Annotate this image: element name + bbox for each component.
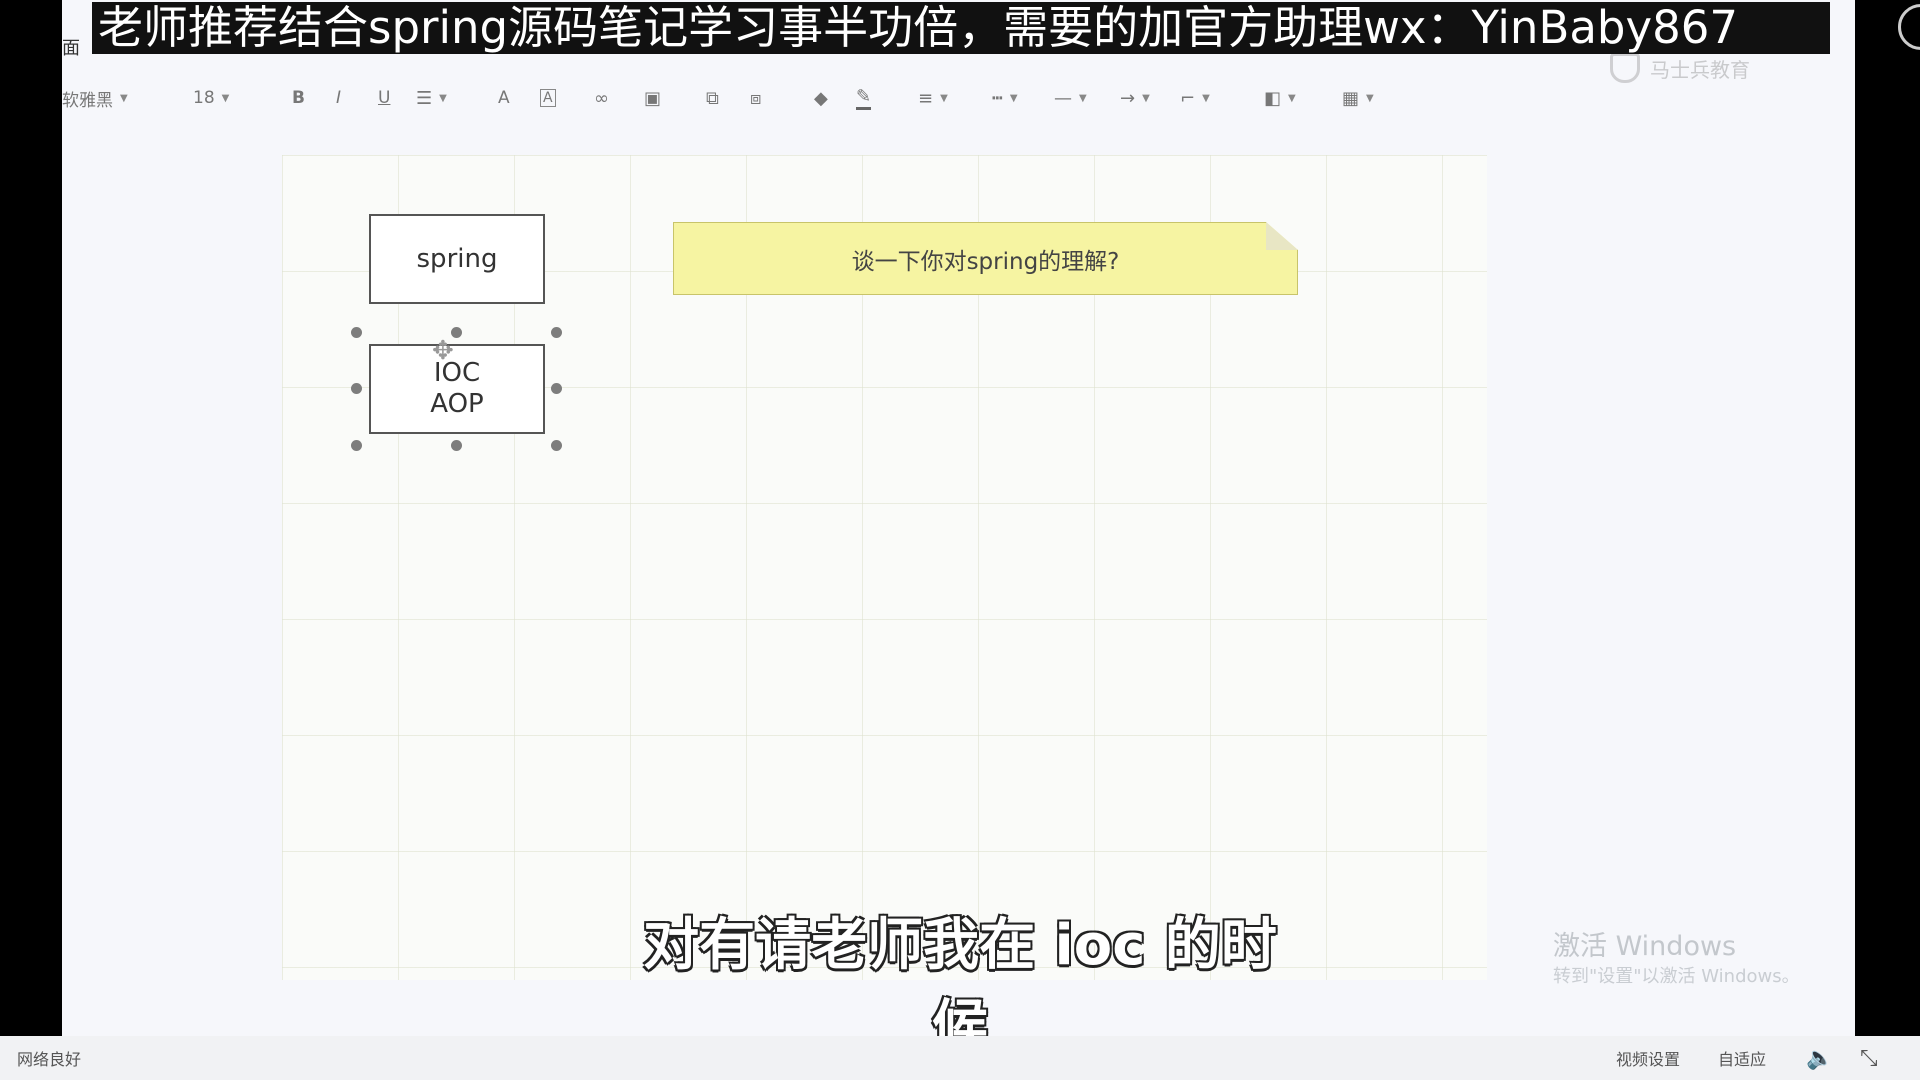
ungroup-icon: ⧈: [750, 87, 762, 109]
link-icon: ∞: [594, 87, 609, 109]
line-weight-icon: ≡: [918, 87, 934, 109]
arrow-icon: →: [1120, 87, 1136, 109]
menu-fragment: 面: [62, 38, 80, 59]
video-settings-button[interactable]: 视频设置: [1616, 1036, 1680, 1080]
windows-activate-subtitle: 转到"设置"以激活 Windows。: [1553, 966, 1800, 987]
resize-handle-right[interactable]: [551, 383, 562, 394]
windows-activate-title: 激活 Windows: [1553, 931, 1737, 962]
promo-banner: 老师推荐结合spring源码笔记学习事半功倍，需要的加官方助理wx：YinBab…: [92, 2, 1830, 54]
bold-label: B: [292, 88, 305, 108]
line-color-icon: ✎: [856, 86, 872, 110]
chevron-down-icon: ▼: [221, 92, 230, 104]
fullscreen-exit-icon[interactable]: ⤡: [1860, 1036, 1878, 1080]
line-weight-button[interactable]: ≡ ▼: [918, 78, 948, 118]
arrow-button[interactable]: → ▼: [1120, 78, 1150, 118]
line-color-button[interactable]: ✎: [856, 78, 872, 118]
chevron-down-icon: ▼: [1009, 92, 1018, 104]
line-dash-button[interactable]: ┅ ▼: [992, 78, 1018, 118]
logo-icon: [1610, 53, 1640, 83]
chevron-down-icon: ▼: [940, 92, 948, 104]
network-status: 网络良好: [17, 1050, 82, 1069]
highlight-button[interactable]: A: [540, 78, 556, 118]
chevron-down-icon: ▼: [1202, 92, 1210, 104]
resize-handle-top-right[interactable]: [551, 327, 562, 338]
chevron-down-icon: ▼: [1079, 92, 1087, 104]
font-size-value: 18: [193, 88, 215, 108]
right-edge: [1855, 0, 1920, 1036]
logo-text: 马士兵教育: [1650, 57, 1750, 82]
table-button[interactable]: ▦ ▼: [1342, 78, 1374, 118]
line-style-button[interactable]: — ▼: [1054, 78, 1087, 118]
player-bottom-bar: 网络良好 视频设置 自适应 🔈 ⤡: [0, 1036, 1920, 1080]
table-icon: ▦: [1342, 87, 1360, 109]
chevron-down-icon: ▼: [439, 92, 447, 104]
layer-button[interactable]: ◧ ▼: [1264, 78, 1296, 118]
resize-handle-bottom-left[interactable]: [351, 440, 362, 451]
font-family-value: 软雅黑: [62, 90, 113, 111]
sticky-note[interactable]: 谈一下你对spring的理解?: [673, 222, 1298, 295]
chevron-down-icon: ▼: [1366, 92, 1374, 104]
italic-label: I: [336, 88, 342, 108]
line-dash-icon: ┅: [992, 87, 1003, 109]
resize-handle-bottom-right[interactable]: [551, 440, 562, 451]
chevron-down-icon: ▼: [1288, 92, 1296, 104]
underline-label: U: [378, 88, 391, 108]
chevron-down-icon: ▼: [120, 92, 128, 104]
auto-fit-button[interactable]: 自适应: [1718, 1036, 1766, 1080]
connector-button[interactable]: ⌐ ▼: [1180, 78, 1210, 118]
resize-handle-top[interactable]: [451, 327, 462, 338]
underline-button[interactable]: U: [378, 78, 390, 118]
aop-label: AOP: [430, 389, 484, 419]
italic-button[interactable]: I: [336, 78, 341, 118]
image-icon: ▣: [644, 87, 662, 109]
link-button[interactable]: ∞: [594, 78, 609, 118]
font-color-label: A: [498, 88, 510, 108]
ioc-aop-shape[interactable]: IOC AOP: [369, 344, 545, 434]
resize-handle-top-left[interactable]: [351, 327, 362, 338]
connector-icon: ⌐: [1180, 87, 1196, 109]
move-cursor-icon: ✥: [432, 336, 454, 366]
spring-shape[interactable]: spring: [369, 214, 545, 304]
image-button[interactable]: ▣: [644, 78, 661, 118]
editor-toolbar: 软雅黑 ▼ 18 ▼ B I U ☰ ▼ A A ∞ ▣ ⧉ ⧈ ◆ ✎ ≡ ▼ ┅ ▼ …: [62, 78, 1462, 118]
resize-handle-left[interactable]: [351, 383, 362, 394]
layer-icon: ◧: [1264, 87, 1282, 109]
align-icon: ☰: [416, 87, 433, 109]
font-family-select[interactable]: 软雅黑 ▼: [62, 78, 128, 118]
chevron-down-icon: ▼: [1142, 92, 1150, 104]
watermark-logo: 马士兵教育: [1610, 48, 1800, 88]
fill-icon: ◆: [814, 87, 828, 109]
group-button[interactable]: ⧉: [706, 78, 719, 118]
sticky-note-text: 谈一下你对spring的理解?: [851, 248, 1120, 275]
resize-handle-bottom[interactable]: [451, 440, 462, 451]
font-size-select[interactable]: 18 ▼: [193, 78, 229, 118]
highlight-label: A: [540, 89, 556, 107]
line-style-icon: —: [1054, 87, 1072, 109]
volume-icon[interactable]: 🔈: [1806, 1036, 1833, 1080]
spring-shape-label: spring: [416, 244, 498, 274]
fill-button[interactable]: ◆: [814, 78, 828, 118]
bold-button[interactable]: B: [292, 78, 305, 118]
font-color-button[interactable]: A: [498, 78, 510, 118]
group-icon: ⧉: [706, 87, 719, 109]
ungroup-button[interactable]: ⧈: [750, 78, 761, 118]
align-button[interactable]: ☰ ▼: [416, 78, 447, 118]
